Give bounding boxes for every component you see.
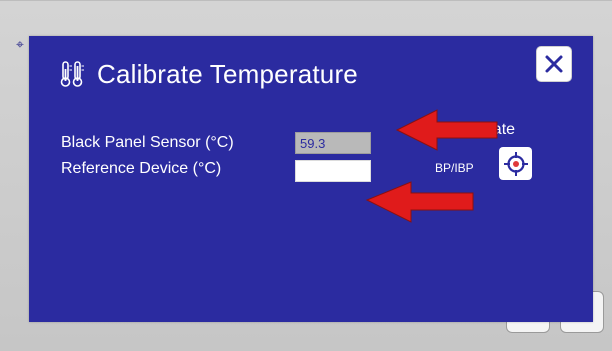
corner-crosshair-icon: ⌖ bbox=[16, 36, 24, 52]
close-button[interactable] bbox=[536, 46, 572, 82]
close-icon bbox=[545, 55, 563, 73]
reference-device-label: Reference Device (°C) bbox=[61, 160, 222, 177]
annotation-arrow-reference bbox=[365, 181, 474, 223]
black-panel-sensor-label: Black Panel Sensor (°C) bbox=[61, 134, 234, 151]
dialog-title: Calibrate Temperature bbox=[97, 59, 358, 89]
reference-device-input[interactable] bbox=[295, 160, 371, 182]
calibrate-button[interactable] bbox=[499, 147, 532, 180]
annotation-arrow-title bbox=[395, 109, 498, 151]
bp-ibp-label: BP/IBP bbox=[435, 161, 474, 175]
black-panel-sensor-value: 59.3 bbox=[295, 132, 371, 154]
thermometer-icon bbox=[60, 61, 84, 87]
dialog-header: Calibrate Temperature bbox=[59, 56, 358, 92]
crosshair-target-icon bbox=[503, 151, 528, 176]
calibrate-temperature-dialog: Calibrate Temperature Black Panel Sensor… bbox=[29, 36, 593, 322]
